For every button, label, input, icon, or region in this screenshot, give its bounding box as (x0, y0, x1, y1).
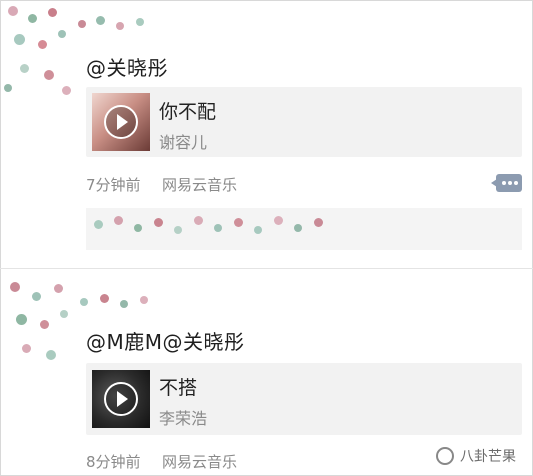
post-timestamp: 7分钟前 (86, 176, 141, 194)
censored-username (72, 12, 162, 38)
song-artist: 谢容儿 (159, 133, 208, 152)
censored-username (74, 290, 164, 314)
song-artist: 李荣浩 (159, 409, 208, 428)
mention-text[interactable]: @关晓彤 (86, 52, 168, 81)
album-cover (92, 93, 150, 151)
album-cover (92, 370, 150, 428)
post-source[interactable]: 网易云音乐 (162, 451, 237, 472)
post-timestamp: 8分钟前 (86, 453, 141, 471)
watermark-text: 八卦芒果 (460, 449, 516, 465)
music-card[interactable]: 你不配 谢容儿 (86, 87, 522, 157)
censored-avatar (0, 274, 84, 372)
post-divider (0, 268, 533, 269)
play-icon[interactable] (104, 382, 138, 416)
mention-text[interactable]: @M鹿M@关晓彤 (86, 326, 245, 355)
wechat-logo-icon (436, 447, 454, 465)
music-card[interactable]: 不搭 李荣浩 (86, 363, 522, 435)
watermark: 八卦芒果 (436, 446, 516, 466)
play-icon[interactable] (104, 105, 138, 139)
comment-area (86, 208, 522, 250)
song-title: 你不配 (159, 101, 217, 123)
comment-icon[interactable] (491, 174, 522, 192)
song-title: 不搭 (159, 377, 198, 399)
post-source[interactable]: 网易云音乐 (162, 174, 237, 195)
